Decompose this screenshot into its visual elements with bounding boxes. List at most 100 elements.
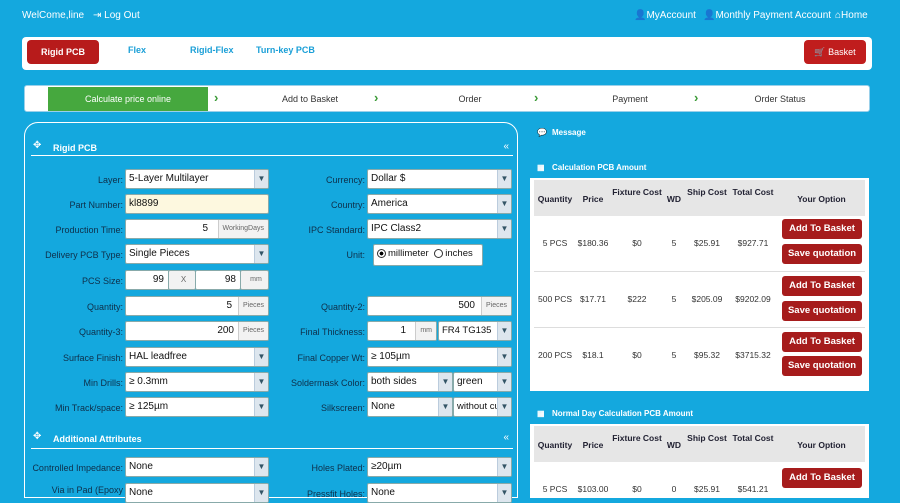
tab-turnkey[interactable]: Turn-key PCB [256,45,315,55]
radio-inches[interactable] [434,248,444,258]
cell-ship: $205.09 [691,294,723,304]
copper-weight-label: Final Copper Wt: [297,353,365,363]
user-icon: 👤 [703,10,716,21]
step-order-status[interactable]: Order Status [710,87,850,111]
cell-total: $3715.32 [735,350,771,360]
via-in-pad-select[interactable]: None ▼ [125,483,269,503]
soldermask-label: Soldermask Color: [290,378,365,388]
surface-finish-select[interactable]: HAL leadfree ▼ [125,347,269,367]
calculation-panel: ▦ Calculation PCB Amount Quantity Price F… [529,157,870,392]
quantity2-label: Quantity-2: [320,302,365,312]
silkscreen-side-select[interactable]: without cut ▼ [453,397,512,417]
col-ship: Ship Cost [687,187,727,197]
cell-quantity: 5 PCS [542,238,568,248]
order-steps: Calculate price online › Add to Basket ›… [24,85,870,112]
chevron-down-icon: ▼ [497,170,511,188]
radio-millimeter[interactable] [377,248,386,258]
step-order[interactable]: Order [390,87,550,111]
col-total: Total Cost [732,187,774,197]
product-nav: Rigid PCB Flex Rigid-Flex Turn-key PCB 🛒… [22,37,872,70]
step-add-basket[interactable]: Add to Basket [230,87,390,111]
col-fixture: Fixture Cost [612,433,662,443]
holes-plated-label: Holes Plated: [311,463,365,473]
unit-radio-group: millimeter inches [373,244,483,266]
cell-wd: 5 [671,294,677,304]
add-to-basket-button[interactable]: Add To Basket [782,468,862,488]
divider [31,448,513,449]
col-quantity: Quantity [537,194,573,204]
final-thickness-label: Final Thickness: [300,327,365,337]
logout-link[interactable]: ⇥ Log Out [93,10,140,21]
pcs-width-input[interactable]: 99 [125,270,169,290]
chevron-down-icon: ▼ [497,348,511,366]
section-title-rigid: Rigid PCB [53,143,97,153]
user-icon: 👤 [634,10,647,21]
home-link[interactable]: ⌂Home [835,10,868,21]
cell-quantity: 500 PCS [537,294,573,304]
cell-price: $103.00 [577,484,609,494]
impedance-select[interactable]: None ▼ [125,457,269,477]
ipc-standard-select[interactable]: IPC Class2 ▼ [367,219,512,239]
min-drills-select[interactable]: ≥ 0.3mm ▼ [125,372,269,392]
my-account-link[interactable]: 👤MyAccount [634,10,696,21]
country-select[interactable]: America ▼ [367,194,512,214]
pcs-height-input[interactable]: 98 [195,270,241,290]
message-header: 💬 Message [530,123,869,143]
size-unit: mm [240,270,269,290]
delivery-type-select[interactable]: Single Pieces ▼ [125,244,269,264]
chevron-down-icon: ▼ [497,373,511,391]
cell-fixture: $0 [632,484,642,494]
min-track-select[interactable]: ≥ 125µm ▼ [125,397,269,417]
silkscreen-select[interactable]: None ▼ [367,397,453,417]
layer-select[interactable]: 5-Layer Multilayer ▼ [125,169,269,189]
cell-total: $541.21 [737,484,769,494]
cell-total: $9202.09 [735,294,771,304]
save-quotation-button[interactable]: Save quotation [782,356,862,376]
tab-rigid-pcb[interactable]: Rigid PCB [27,40,99,64]
chevron-down-icon: ▼ [438,398,452,416]
unit-label: WorkingDays [217,220,268,238]
message-panel: 💬 Message [529,122,870,144]
min-drills-label: Min Drills: [83,378,124,388]
part-number-input[interactable]: kl8899 [125,194,269,214]
table-header: Quantity Price Fixture Cost WD Ship Cost… [534,180,865,216]
step-calculate[interactable]: Calculate price online [48,87,208,111]
add-to-basket-button[interactable]: Add To Basket [782,276,862,296]
normal-day-panel: ▦ Normal Day Calculation PCB Amount Quant… [529,403,870,498]
chevron-down-icon: ▼ [254,373,268,391]
quantity-input[interactable]: 5 Pieces [125,296,269,316]
production-time-input[interactable]: 5 WorkingDays [125,219,269,239]
currency-label: Currency: [325,175,365,185]
thickness-input[interactable]: 1 mm [367,321,437,341]
save-quotation-button[interactable]: Save quotation [782,244,862,264]
currency-select[interactable]: Dollar $ ▼ [367,169,512,189]
col-price: Price [582,194,604,204]
cell-ship: $95.32 [694,350,720,360]
quantity2-input[interactable]: 500 Pieces [367,296,512,316]
collapse-icon[interactable]: « [503,432,509,443]
holes-plated-select[interactable]: ≥20µm ▼ [367,457,512,477]
soldermask-side-select[interactable]: both sides ▼ [367,372,453,392]
soldermask-color-select[interactable]: green ▼ [453,372,512,392]
add-to-basket-button[interactable]: Add To Basket [782,332,862,352]
quantity3-input[interactable]: 200 Pieces [125,321,269,341]
tab-rigid-flex[interactable]: Rigid-Flex [190,45,234,55]
welcome-text: WelCome,line [22,10,85,21]
add-to-basket-button[interactable]: Add To Basket [782,219,862,239]
material-select[interactable]: FR4 TG135 ▼ [438,321,512,341]
quantity-label: Quantity: [86,302,123,312]
pressfit-select[interactable]: None ▼ [367,483,512,503]
unit-label: mm [415,322,436,340]
silkscreen-label: Silkscreen: [320,403,365,413]
surface-finish-label: Surface Finish: [62,353,123,363]
collapse-icon[interactable]: « [503,141,509,152]
save-quotation-button[interactable]: Save quotation [782,301,862,321]
monthly-payment-link[interactable]: 👤Monthly Payment Account [703,10,831,21]
chevron-right-icon: › [214,90,219,105]
expand-icon: ✥ [33,431,42,442]
step-payment[interactable]: Payment [550,87,710,111]
copper-weight-select[interactable]: ≥ 105µm ▼ [367,347,512,367]
unit-label: Pieces [237,297,268,315]
tab-flex[interactable]: Flex [128,45,146,55]
basket-button[interactable]: 🛒 Basket [804,40,866,64]
